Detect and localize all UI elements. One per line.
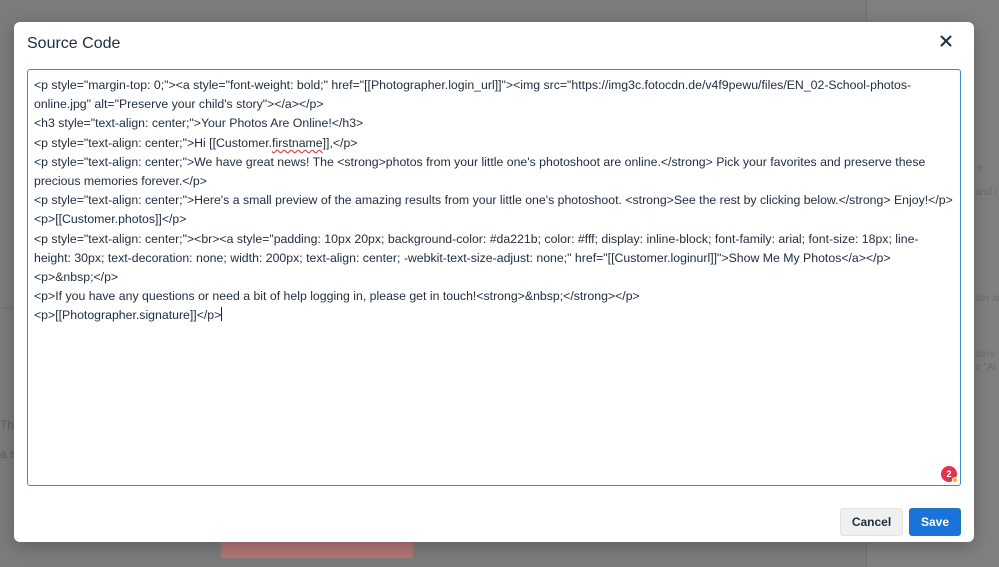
code-line: <p>[[Photographer.signature]]</p> bbox=[34, 308, 222, 323]
notification-count: 2 bbox=[946, 469, 952, 479]
cancel-button[interactable]: Cancel bbox=[840, 508, 903, 536]
background-text-fragment: e bbox=[977, 163, 983, 174]
spelling-error-word[interactable]: firstname bbox=[272, 136, 323, 150]
code-line: <p style="text-align: center;"><br><a st… bbox=[34, 231, 919, 265]
code-line: <p>&nbsp;</p> bbox=[34, 270, 119, 285]
background-text-fragment: der ar bbox=[975, 293, 999, 304]
background-text-fragment: Th bbox=[0, 418, 15, 432]
code-line: ]],</p> bbox=[322, 135, 358, 150]
dialog-header: Source Code bbox=[14, 22, 974, 66]
code-line: <p style="text-align: center;">Hi [[Cust… bbox=[34, 135, 273, 150]
text-caret bbox=[221, 307, 223, 322]
source-code-dialog: Source Code <p style="margin-top: 0;"><a… bbox=[14, 22, 974, 542]
code-line: <p style="text-align: center;">Here's a … bbox=[34, 193, 953, 208]
background-text-fragment: e "Al bbox=[975, 362, 996, 373]
background-text-fragment: ders bbox=[975, 349, 995, 360]
close-button[interactable] bbox=[936, 33, 956, 53]
close-icon bbox=[940, 34, 952, 52]
background-divider bbox=[0, 307, 14, 308]
notification-badge[interactable]: 2 bbox=[941, 466, 958, 483]
code-line: <p>[[Customer.photos]]</p> bbox=[34, 212, 187, 227]
dialog-title: Source Code bbox=[27, 35, 121, 52]
background-text-fragment: and i bbox=[975, 187, 997, 198]
source-code-content: <p style="margin-top: 0;"><a style="font… bbox=[34, 76, 954, 326]
save-button[interactable]: Save bbox=[909, 508, 961, 536]
source-code-textarea[interactable]: <p style="margin-top: 0;"><a style="font… bbox=[27, 69, 961, 486]
code-line: <p style="text-align: center;">We have g… bbox=[34, 154, 929, 189]
code-line: <p style="margin-top: 0;"><a style="font… bbox=[34, 78, 912, 112]
code-line: <p>If you have any questions or need a b… bbox=[34, 289, 640, 304]
code-line: <h3 style="text-align: center;">Your Pho… bbox=[34, 116, 364, 131]
badge-status-dot bbox=[952, 477, 958, 483]
